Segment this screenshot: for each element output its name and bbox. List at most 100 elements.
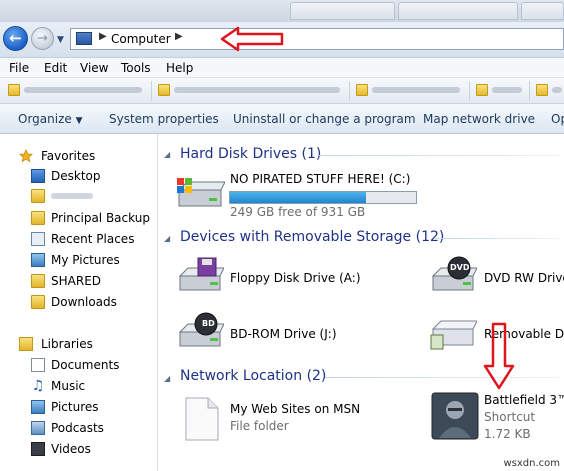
podcast-icon: [31, 421, 45, 435]
folder-icon: [356, 84, 368, 96]
recent-pages-dropdown[interactable]: ▼: [57, 35, 64, 45]
nav-videos[interactable]: Videos: [0, 439, 158, 459]
nav-recent-places[interactable]: Recent Places: [0, 229, 158, 249]
nav-blurred-folder[interactable]: [0, 186, 158, 206]
nav-my-pictures-label: My Pictures: [51, 253, 120, 267]
nav-music[interactable]: ♫ Music: [0, 376, 158, 396]
uninstall-program-button[interactable]: Uninstall or change a program: [233, 112, 416, 126]
nav-videos-label: Videos: [51, 442, 91, 456]
blurred-tab[interactable]: [521, 2, 564, 20]
folder-icon: [476, 84, 488, 96]
organize-label: Organize: [18, 112, 72, 126]
group-divider: [435, 238, 559, 239]
group-header-removable-storage[interactable]: Devices with Removable Storage (12): [180, 229, 444, 245]
menu-edit[interactable]: Edit: [44, 61, 67, 75]
chevron-down-icon: ▼: [75, 116, 83, 126]
folder-icon: [31, 211, 45, 225]
content-pane: ◢ Hard Disk Drives (1) NO PIRATED STUFF …: [159, 134, 564, 471]
dvd-drive-label: DVD RW Drive (: [484, 271, 564, 285]
music-note-icon: ♫: [31, 378, 45, 394]
breadcrumb-chevron-icon[interactable]: ▶: [99, 31, 107, 42]
nav-shared[interactable]: SHARED: [0, 271, 158, 291]
nav-favorites[interactable]: Favorites: [0, 146, 158, 166]
dvd-icon-label: DVD: [450, 263, 470, 272]
nav-recent-places-label: Recent Places: [51, 232, 135, 246]
browser-tab-strip: [0, 0, 564, 22]
my-web-sites-label: My Web Sites on MSN: [230, 402, 361, 416]
annotation-arrow-down-icon: [483, 322, 515, 390]
recent-places-icon: [31, 232, 45, 246]
drive-c-usage-fill: [230, 192, 366, 203]
hard-drive-icon: [177, 178, 225, 207]
annotation-arrow-left-icon: [220, 26, 284, 52]
group-header-network-location[interactable]: Network Location (2): [180, 368, 326, 384]
nav-music-label: Music: [51, 379, 86, 393]
floppy-drive-label: Floppy Disk Drive (A:): [230, 271, 361, 285]
open-control-panel-button[interactable]: Op: [551, 112, 564, 126]
bd-rom-drive-icon: [178, 312, 224, 347]
group-divider: [325, 377, 559, 378]
nav-desktop-label: Desktop: [51, 169, 101, 183]
menu-help[interactable]: Help: [166, 61, 193, 75]
nav-favorites-label: Favorites: [41, 149, 96, 163]
drive-c-label: NO PIRATED STUFF HERE! (C:): [230, 172, 411, 186]
folder-icon: [8, 84, 20, 96]
nav-libraries[interactable]: Libraries: [0, 334, 158, 354]
group-header-hard-disk-drives[interactable]: Hard Disk Drives (1): [180, 146, 321, 162]
drive-c-free-space: 249 GB free of 931 GB: [230, 205, 366, 219]
nav-libraries-label: Libraries: [41, 337, 93, 351]
bd-icon-label: BD: [202, 319, 215, 328]
nav-my-pictures[interactable]: My Pictures: [0, 250, 158, 270]
command-bar: Organize ▼ System properties Uninstall o…: [0, 104, 564, 134]
libraries-icon: [19, 337, 33, 351]
nav-podcasts[interactable]: Podcasts: [0, 418, 158, 438]
nav-principal-backup-label: Principal Backup: [51, 211, 150, 225]
collapse-arrow-icon[interactable]: ◢: [164, 234, 170, 243]
forward-button[interactable]: →: [31, 27, 54, 50]
nav-documents[interactable]: Documents: [0, 355, 158, 375]
removable-disk-icon: [430, 320, 477, 350]
folder-icon: [31, 274, 45, 288]
favorites-bar-item[interactable]: [472, 81, 530, 101]
pictures-icon: [31, 400, 45, 414]
collapse-arrow-icon[interactable]: ◢: [164, 374, 170, 383]
nav-podcasts-label: Podcasts: [51, 421, 104, 435]
back-button[interactable]: ←: [3, 26, 28, 51]
drive-c-usage-bar: [229, 191, 417, 204]
nav-principal-backup[interactable]: Principal Backup: [0, 208, 158, 228]
menu-view[interactable]: View: [80, 61, 108, 75]
folder-icon: [31, 189, 45, 203]
collapse-arrow-icon[interactable]: ◢: [164, 150, 170, 159]
desktop-icon: [31, 169, 45, 183]
favorites-bar-item[interactable]: [154, 81, 350, 101]
watermark: wsxdn.com: [503, 458, 560, 469]
nav-desktop[interactable]: Desktop: [0, 166, 158, 186]
bd-rom-drive-label: BD-ROM Drive (J:): [230, 327, 337, 341]
favorites-bar-item[interactable]: [532, 81, 564, 101]
menu-file[interactable]: File: [9, 61, 29, 75]
nav-blurred-label: [51, 193, 93, 199]
system-properties-button[interactable]: System properties: [109, 112, 219, 126]
menu-bar: File Edit View Tools Help: [0, 58, 564, 78]
folder-icon: [158, 84, 170, 96]
nav-pictures-label: Pictures: [51, 400, 99, 414]
favorites-bar: [0, 78, 564, 104]
menu-tools[interactable]: Tools: [121, 61, 151, 75]
organize-button[interactable]: Organize ▼: [18, 112, 83, 126]
breadcrumb-computer[interactable]: Computer: [111, 32, 171, 46]
navigation-pane: Favorites Desktop Principal Backup Recen…: [0, 134, 158, 471]
breadcrumb-chevron-icon[interactable]: ▶: [175, 31, 183, 42]
computer-icon: [76, 32, 92, 45]
star-icon: [19, 149, 33, 163]
my-web-sites-type: File folder: [230, 419, 289, 433]
floppy-drive-icon: [178, 257, 224, 291]
nav-downloads[interactable]: Downloads: [0, 292, 158, 312]
map-network-drive-button[interactable]: Map network drive: [423, 112, 535, 126]
favorites-bar-item[interactable]: [4, 81, 152, 101]
blurred-tab[interactable]: [398, 2, 518, 20]
blurred-tab[interactable]: [290, 2, 395, 20]
address-bar[interactable]: ▶ Computer ▶: [70, 28, 564, 50]
favorites-bar-item[interactable]: [352, 81, 470, 101]
nav-shared-label: SHARED: [51, 274, 102, 288]
nav-pictures[interactable]: Pictures: [0, 397, 158, 417]
